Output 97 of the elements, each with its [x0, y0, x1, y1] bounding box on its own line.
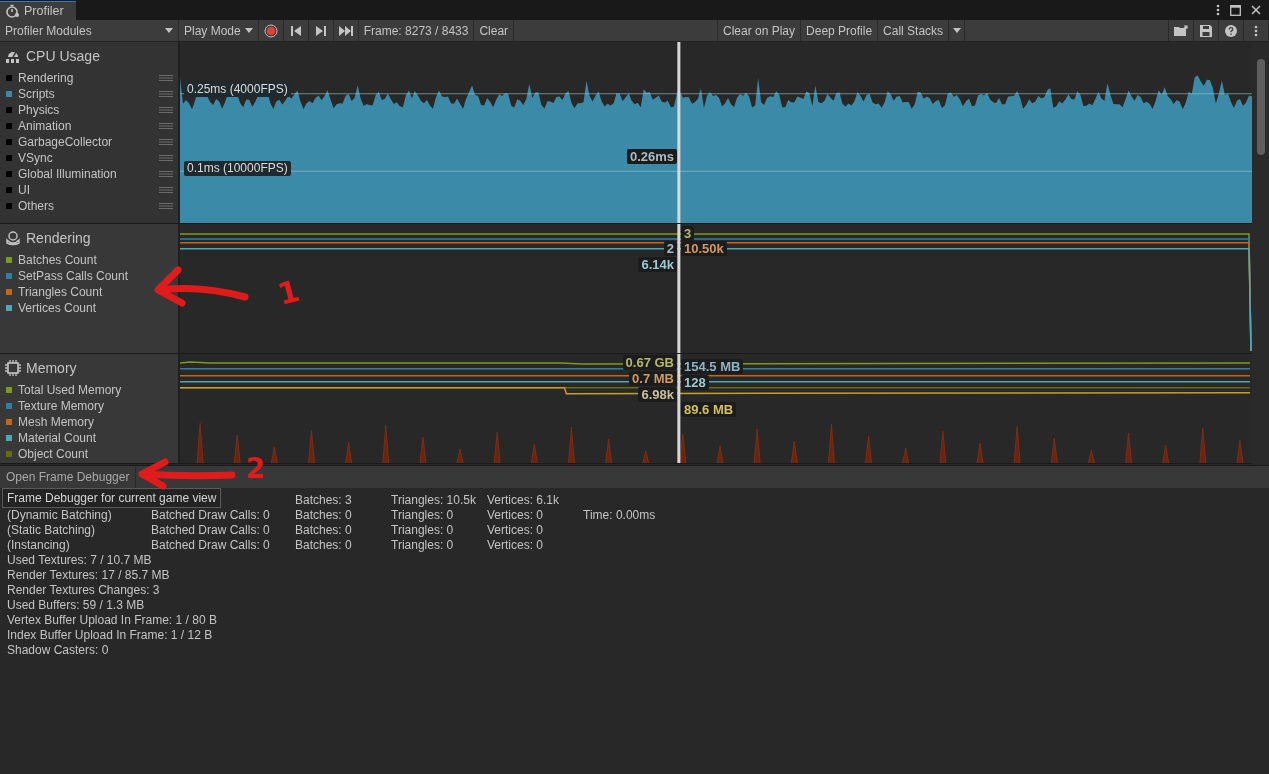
- stat-text: Time: 0.00ms: [583, 508, 656, 522]
- series-label[interactable]: Global Illumination: [18, 167, 153, 181]
- value-readout: 2: [663, 241, 677, 256]
- series-label[interactable]: Vertices Count: [18, 301, 178, 315]
- chip-icon: [5, 360, 21, 376]
- folder-icon: [1174, 24, 1188, 37]
- stat-text: Batches: 0: [295, 538, 352, 552]
- stat-text: (Dynamic Batching): [7, 508, 112, 522]
- stat-text: (Static Batching): [7, 523, 96, 537]
- last-frame-icon: [338, 25, 353, 36]
- stat-text: Render Textures: 17 / 85.7 MB: [7, 568, 171, 583]
- teapot-icon: [5, 230, 21, 246]
- stat-text: Batches: 0: [295, 508, 352, 522]
- series-label[interactable]: Triangles Count: [18, 285, 178, 299]
- save-icon: [1200, 24, 1212, 37]
- stat-text: Batches: 0: [295, 523, 352, 537]
- frame-cursor[interactable]: [677, 224, 681, 353]
- stat-text: Render Textures Changes: 3: [7, 583, 161, 598]
- series-label[interactable]: SetPass Calls Count: [18, 269, 178, 283]
- caret-icon: [244, 28, 253, 33]
- module-title: Memory: [26, 360, 77, 376]
- stat-text: Used Textures: 7 / 10.7 MB: [7, 553, 153, 568]
- stat-text: Batches: 3: [295, 493, 352, 507]
- stat-text: Triangles: 0: [391, 508, 454, 522]
- module-title: Rendering: [26, 230, 91, 246]
- frame-cursor[interactable]: [677, 42, 681, 223]
- drag-handle-icon[interactable]: [159, 107, 173, 113]
- series-label[interactable]: GarbageCollector: [18, 135, 153, 149]
- drag-handle-icon[interactable]: [159, 187, 173, 193]
- stat-text: Vertices: 0: [487, 523, 544, 537]
- stat-text: Batched Draw Calls: 0: [151, 538, 270, 552]
- series-label[interactable]: Scripts: [18, 87, 153, 101]
- series-label[interactable]: Object Count: [18, 447, 178, 461]
- value-readout: 0.26ms: [626, 149, 677, 164]
- module-legend-panel[interactable]: Memory Total Used Memory Texture Memory Mesh Memory Material Count Object Count: [0, 354, 180, 463]
- series-label[interactable]: Physics: [18, 103, 153, 117]
- stopwatch-icon: [6, 4, 20, 18]
- profiler-tab[interactable]: Profiler: [0, 1, 76, 20]
- stat-text: Index Buffer Upload In Frame: 1 / 12 B: [7, 628, 214, 643]
- stat-text: Vertices: 0: [487, 508, 544, 522]
- value-readout: 3: [681, 226, 695, 241]
- stat-text: (Instancing): [7, 538, 70, 552]
- module-legend-panel[interactable]: CPU Usage Rendering Scripts Physics Animation GarbageCollector VSync Global Illumination UI Others: [0, 42, 180, 223]
- series-label[interactable]: Batches Count: [18, 253, 178, 267]
- scrollbar-thumb[interactable]: [1256, 59, 1265, 155]
- more-options-icon[interactable]: [1216, 4, 1220, 16]
- drag-handle-icon[interactable]: [159, 155, 173, 161]
- value-readout: 10.50k: [681, 241, 727, 256]
- stat-text: Triangles: 0: [391, 538, 454, 552]
- value-readout: 6.98k: [638, 387, 677, 402]
- stat-text: Used Buffers: 59 / 1.3 MB: [7, 598, 146, 613]
- series-label[interactable]: Total Used Memory: [18, 383, 178, 397]
- stat-text: Vertex Buffer Upload In Frame: 1 / 80 B: [7, 613, 218, 628]
- previous-frame-icon: [290, 25, 301, 36]
- value-readout: 6.14k: [638, 257, 677, 272]
- module-title: CPU Usage: [26, 48, 100, 64]
- stat-text: Vertices: 6.1k: [487, 493, 560, 507]
- series-label[interactable]: VSync: [18, 151, 153, 165]
- tooltip: Frame Debugger for current game view: [2, 488, 222, 508]
- drag-handle-icon[interactable]: [159, 123, 173, 129]
- caret-icon: [165, 28, 173, 33]
- series-label[interactable]: Texture Memory: [18, 399, 178, 413]
- guide-label: 0.25ms (4000FPS): [184, 82, 291, 97]
- stat-text: Shadow Casters: 0: [7, 643, 110, 658]
- stat-text: Triangles: 10.5k: [391, 493, 476, 507]
- stat-text: Triangles: 0: [391, 523, 454, 537]
- series-label[interactable]: Rendering: [18, 71, 153, 85]
- value-readout: 154.5 MB: [681, 359, 744, 374]
- next-frame-icon: [315, 25, 326, 36]
- series-label[interactable]: Others: [18, 199, 153, 213]
- value-readout: 128: [681, 375, 709, 390]
- record-icon: [263, 23, 278, 38]
- series-label[interactable]: Material Count: [18, 431, 178, 445]
- annotation-number: 1: [273, 272, 304, 312]
- stat-text: Vertices: 0: [487, 538, 544, 552]
- guide-label: 0.1ms (10000FPS): [184, 161, 291, 176]
- chart-area[interactable]: 0.25ms (4000FPS) 0.1ms (10000FPS) 0.26ms: [180, 42, 1252, 223]
- close-icon[interactable]: [1251, 5, 1261, 15]
- module-legend-panel[interactable]: Rendering Batches Count SetPass Calls Count Triangles Count Vertices Count: [0, 224, 180, 353]
- series-label[interactable]: UI: [18, 183, 153, 197]
- drag-handle-icon[interactable]: [159, 171, 173, 177]
- value-readout: 89.6 MB: [681, 402, 737, 417]
- stat-text: Batched Draw Calls: 0: [151, 523, 270, 537]
- value-readout: 0.7 MB: [629, 371, 677, 386]
- stat-text: Batched Draw Calls: 0: [151, 508, 270, 522]
- more-options-icon: [1254, 24, 1258, 37]
- drag-handle-icon[interactable]: [159, 139, 173, 145]
- maximize-icon[interactable]: [1230, 4, 1241, 16]
- help-icon: [1225, 24, 1237, 37]
- series-label[interactable]: Animation: [18, 119, 153, 133]
- value-readout: 0.67 GB: [622, 355, 677, 370]
- drag-handle-icon[interactable]: [159, 203, 173, 209]
- frame-cursor[interactable]: [677, 354, 681, 463]
- drag-handle-icon[interactable]: [159, 91, 173, 97]
- series-label[interactable]: Mesh Memory: [18, 415, 178, 429]
- caret-icon: [952, 28, 961, 33]
- drag-handle-icon[interactable]: [159, 75, 173, 81]
